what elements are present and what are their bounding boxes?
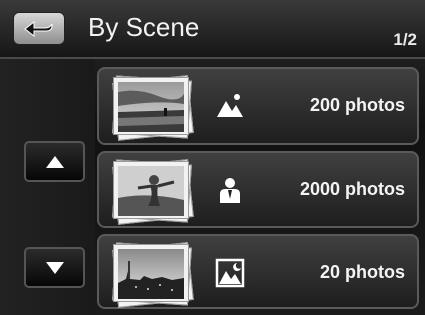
scroll-down-button[interactable] — [24, 247, 85, 288]
photo-count-label: 2000 photos — [299, 179, 405, 199]
night-scene-icon — [215, 258, 245, 288]
scroll-up-button[interactable] — [24, 141, 85, 182]
header-bar: By Scene 1/2 — [0, 0, 425, 59]
scene-item-portrait[interactable]: 2000 photos — [97, 151, 419, 228]
portrait-photo — [118, 166, 184, 216]
down-arrow-icon — [45, 261, 64, 274]
back-arrow-icon — [24, 20, 53, 37]
landscape-photo — [118, 82, 184, 132]
scene-item-night[interactable]: 20 photos — [97, 234, 419, 309]
city-night-photo — [118, 249, 184, 299]
scene-item-landscape[interactable]: 200 photos — [97, 67, 419, 145]
portrait-icon — [220, 178, 240, 203]
page-indicator: 1/2 — [393, 30, 417, 49]
photo-count-label: 20 photos — [319, 262, 405, 282]
photo-count-label: 200 photos — [309, 95, 405, 115]
thumbnail-stack — [112, 159, 194, 225]
page-title: By Scene — [88, 12, 200, 42]
up-arrow-icon — [45, 155, 64, 168]
thumbnail-stack — [112, 242, 194, 308]
landscape-icon — [217, 94, 243, 117]
by-scene-screen: By Scene 1/2 200 photos 2000 photos 20 p… — [0, 0, 425, 315]
back-button[interactable] — [13, 12, 65, 45]
thumbnail-stack — [112, 75, 194, 141]
